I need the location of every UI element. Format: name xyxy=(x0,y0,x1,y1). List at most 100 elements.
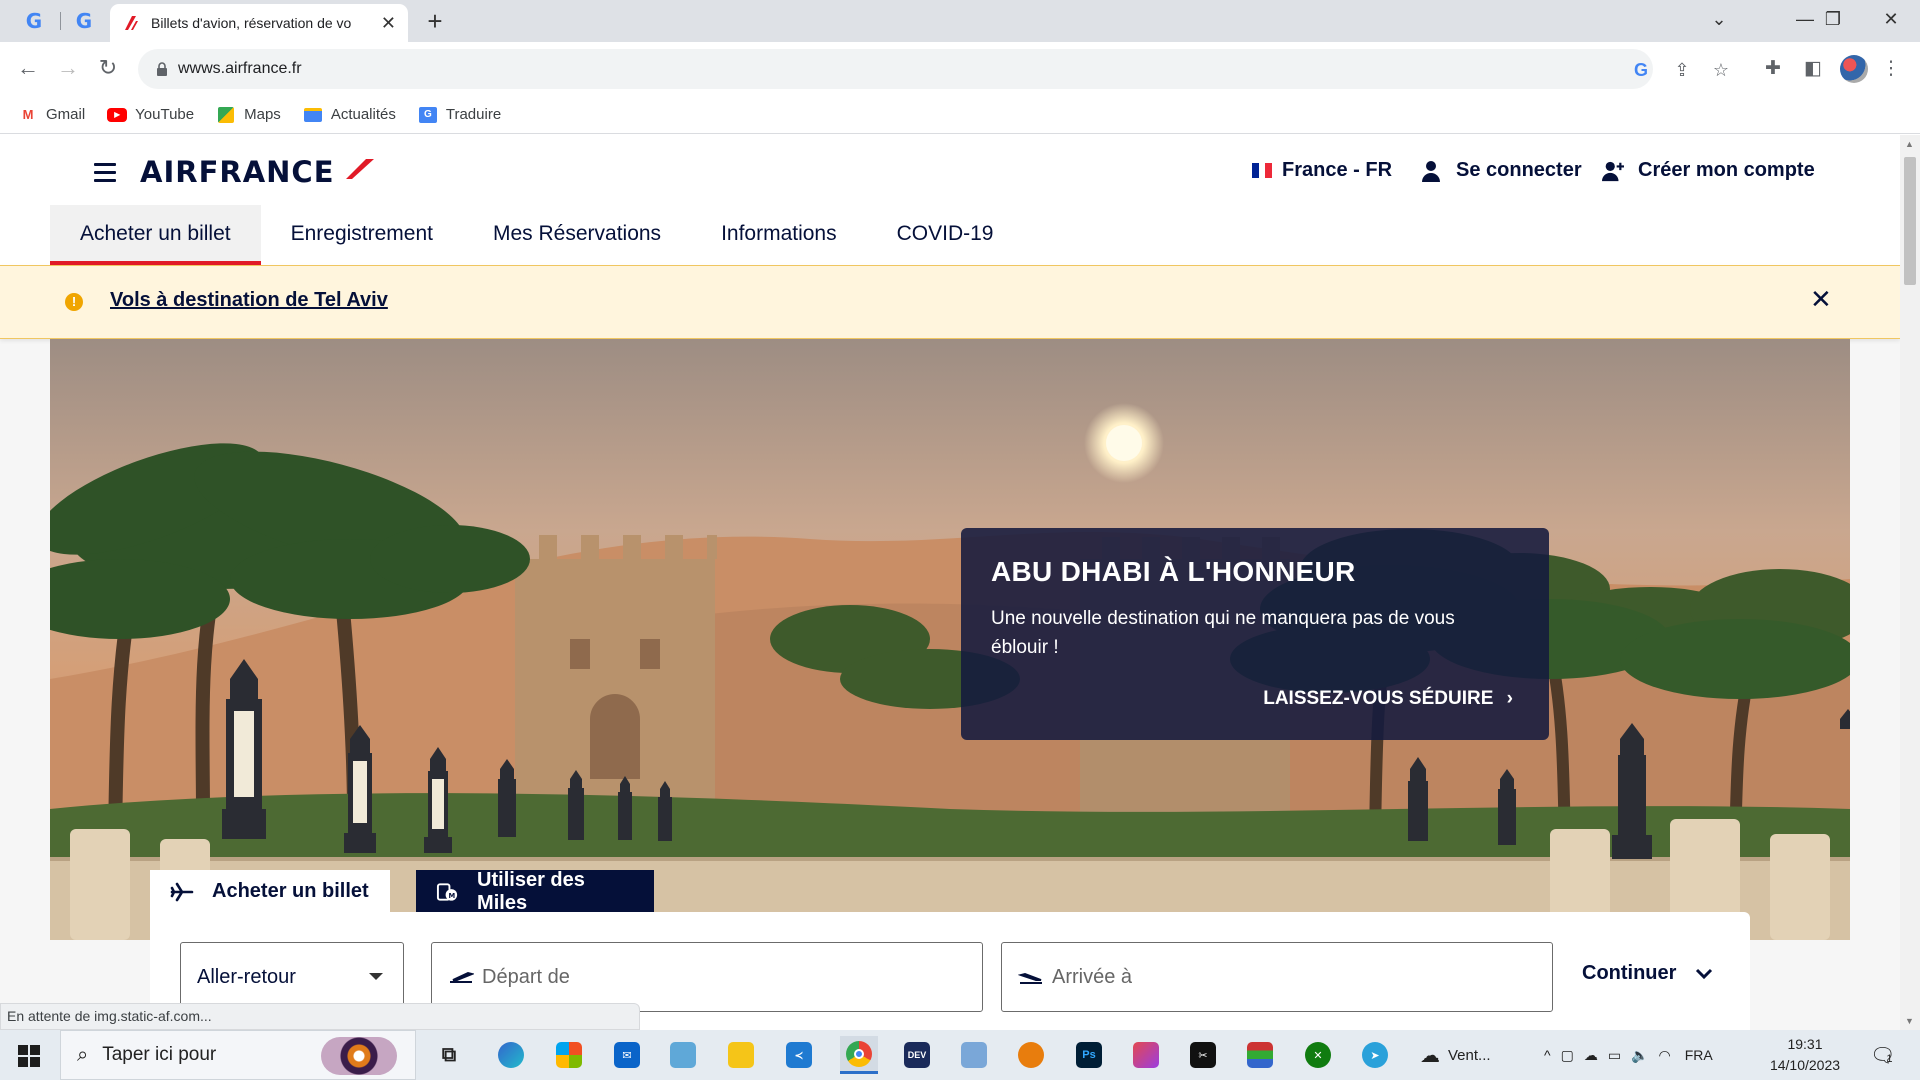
alert-link[interactable]: Vols à destination de Tel Aviv xyxy=(110,289,388,312)
chevron-up-icon[interactable]: ^ xyxy=(1544,1047,1551,1063)
nav-covid[interactable]: COVID-19 xyxy=(867,205,1024,265)
nav-buy-ticket[interactable]: Acheter un billet xyxy=(50,205,261,265)
tab-buy-ticket[interactable]: Acheter un billet xyxy=(150,870,390,913)
device-icon[interactable]: ▢ xyxy=(1561,1047,1574,1064)
scrollbar-thumb[interactable] xyxy=(1904,157,1916,285)
task-view-icon[interactable]: ⧉ xyxy=(430,1036,468,1074)
url-text[interactable]: wwws.airfrance.fr xyxy=(178,60,302,78)
mail-icon[interactable]: ✉ xyxy=(608,1036,646,1074)
nav-my-bookings[interactable]: Mes Réservations xyxy=(463,205,691,265)
booking-mode-tabs: Acheter un billet M Utiliser des Miles xyxy=(150,868,654,914)
tab-google-2[interactable]: G xyxy=(64,8,104,34)
trip-type-select[interactable]: Aller-retour xyxy=(180,942,404,1012)
capcut-icon[interactable]: ✂ xyxy=(1184,1036,1222,1074)
bookmark-translate[interactable]: G Traduire xyxy=(418,106,501,123)
arrival-field[interactable]: Arrivée à xyxy=(1001,942,1553,1012)
chevron-right-icon: › xyxy=(1506,688,1513,709)
restore-button[interactable]: ❐ xyxy=(1808,4,1858,34)
close-icon[interactable]: ✕ xyxy=(381,13,396,34)
scroll-down-arrow-icon[interactable]: ▼ xyxy=(1905,1016,1914,1026)
country-selector[interactable]: France - FR xyxy=(1252,159,1392,182)
photoshop-icon[interactable]: Ps xyxy=(1070,1036,1108,1074)
tab-use-miles[interactable]: M Utiliser des Miles xyxy=(416,868,654,914)
creative-cloud-icon[interactable] xyxy=(1127,1036,1165,1074)
bookmark-gmail[interactable]: M Gmail xyxy=(18,106,86,123)
onedrive-icon[interactable]: ☁ xyxy=(1584,1047,1598,1064)
window-close-button[interactable]: ✕ xyxy=(1866,4,1916,34)
page-scrollbar[interactable]: ▲ ▼ xyxy=(1900,135,1920,1030)
taskbar-search-placeholder: Taper ici pour xyxy=(102,1044,217,1065)
promo-cta-link[interactable]: LAISSEZ-VOUS SÉDUIRE › xyxy=(1263,688,1513,710)
bookmark-maps[interactable]: Maps xyxy=(216,106,281,123)
tab-google-1[interactable]: G xyxy=(14,8,54,34)
main-nav: Acheter un billet Enregistrement Mes Rés… xyxy=(50,205,1023,265)
google-translate-icon[interactable]: G xyxy=(1629,58,1653,82)
bookmark-youtube[interactable]: ▶ YouTube xyxy=(107,106,194,123)
user-icon xyxy=(1422,160,1440,182)
browser-tab-strip: G G Billets d'avion, réservation de vo ✕… xyxy=(0,0,1920,42)
edge-icon[interactable] xyxy=(492,1036,530,1074)
svg-text:M: M xyxy=(448,891,455,899)
scroll-up-arrow-icon[interactable]: ▲ xyxy=(1905,139,1914,149)
language-indicator[interactable]: FRA xyxy=(1685,1047,1713,1063)
browser-status-bar: En attente de img.static-af.com... xyxy=(0,1003,640,1030)
dev-app-icon[interactable]: DEV xyxy=(898,1036,936,1074)
battery-icon[interactable]: ▭ xyxy=(1608,1047,1621,1064)
alert-banner: ! Vols à destination de Tel Aviv ✕ xyxy=(0,265,1900,339)
tab-use-miles-label: Utiliser des Miles xyxy=(477,868,585,914)
chevron-down-icon xyxy=(369,973,383,980)
system-tray[interactable]: ^ ▢ ☁ ▭ 🔈 ◠ FRA xyxy=(1544,1030,1713,1080)
notification-center[interactable]: 🗨 1 xyxy=(1870,1030,1895,1080)
tab-airfrance[interactable]: Billets d'avion, réservation de vo ✕ xyxy=(110,4,408,42)
back-button[interactable]: ← xyxy=(12,52,44,84)
clock[interactable]: 19:31 14/10/2023 xyxy=(1768,1034,1842,1076)
chrome-icon[interactable] xyxy=(840,1036,878,1074)
takeoff-icon xyxy=(450,971,474,983)
reload-button[interactable]: ↻ xyxy=(92,52,124,84)
continue-button[interactable]: Continuer xyxy=(1582,962,1714,985)
tab-search-chevron-icon[interactable]: ⌄ xyxy=(1694,4,1744,34)
file-explorer-icon[interactable] xyxy=(722,1036,760,1074)
hero-image xyxy=(50,339,1850,940)
extensions-icon[interactable]: ✚ xyxy=(1760,56,1786,82)
clock-time: 19:31 xyxy=(1787,1036,1823,1052)
hamburger-menu-icon[interactable] xyxy=(94,163,116,182)
airfrance-logo[interactable]: AIRFRANCE xyxy=(140,155,335,189)
taskbar-search-box[interactable]: ⌕ Taper ici pour xyxy=(60,1030,416,1080)
close-icon[interactable]: ✕ xyxy=(1810,284,1832,315)
side-panel-icon[interactable]: ◧ xyxy=(1800,56,1826,82)
site-header: AIRFRANCE France - FR Se connecter Créer… xyxy=(0,135,1900,265)
menu-kebab-icon[interactable]: ⋮ xyxy=(1878,56,1904,82)
telegram-icon[interactable]: ➤ xyxy=(1356,1036,1394,1074)
wifi-icon[interactable]: ◠ xyxy=(1658,1047,1670,1064)
volume-icon[interactable]: 🔈 xyxy=(1631,1047,1648,1064)
departure-field[interactable]: Départ de xyxy=(431,942,983,1012)
profile-avatar[interactable] xyxy=(1840,55,1868,83)
maps-icon xyxy=(216,106,236,123)
nav-information[interactable]: Informations xyxy=(691,205,867,265)
store-icon[interactable] xyxy=(550,1036,588,1074)
youtube-icon: ▶ xyxy=(107,107,128,123)
nav-check-in[interactable]: Enregistrement xyxy=(261,205,463,265)
remote-desktop-icon[interactable] xyxy=(955,1036,993,1074)
new-tab-button[interactable]: + xyxy=(420,8,450,36)
login-link[interactable]: Se connecter xyxy=(1420,159,1582,182)
xbox-icon[interactable]: ✕ xyxy=(1299,1036,1337,1074)
forward-button[interactable]: → xyxy=(52,52,84,84)
share-icon[interactable]: ⇪ xyxy=(1670,58,1694,82)
notes-app-icon[interactable] xyxy=(664,1036,702,1074)
bookmark-news[interactable]: Actualités xyxy=(303,106,396,123)
search-highlight-icon xyxy=(321,1037,397,1075)
vscode-icon[interactable]: ≺ xyxy=(780,1036,818,1074)
lock-icon xyxy=(157,62,167,76)
bookmark-star-icon[interactable]: ☆ xyxy=(1709,58,1733,82)
blender-icon[interactable] xyxy=(1012,1036,1050,1074)
weather-widget[interactable]: ☁ Vent... xyxy=(1420,1030,1491,1080)
translate-icon: G xyxy=(418,106,438,123)
winrar-icon[interactable] xyxy=(1241,1036,1279,1074)
create-account-link[interactable]: Créer mon compte xyxy=(1602,159,1815,182)
address-bar[interactable]: wwws.airfrance.fr G ⇪ ☆ xyxy=(138,49,1729,89)
windows-start-icon[interactable] xyxy=(18,1045,40,1067)
search-icon: ⌕ xyxy=(77,1043,89,1066)
country-label: France - FR xyxy=(1282,159,1393,181)
